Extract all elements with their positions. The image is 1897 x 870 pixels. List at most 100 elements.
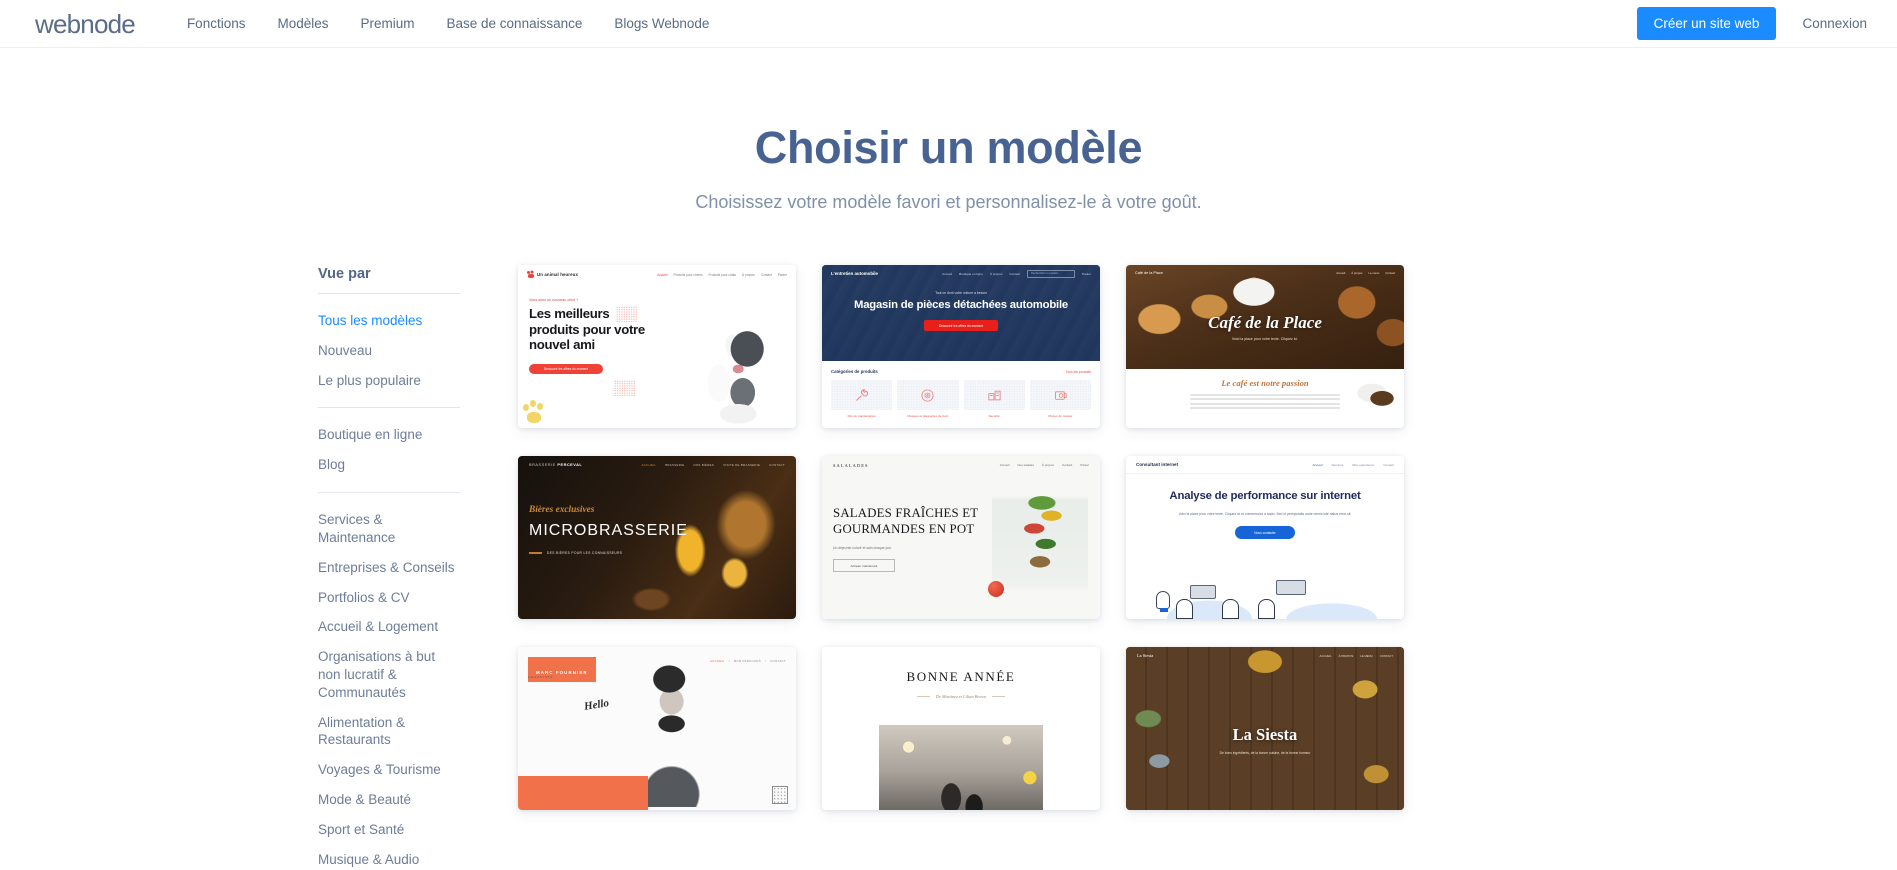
template-preview: BONNE ANNÉE De Martinez et Lilian Brown bbox=[822, 647, 1100, 810]
site-header: webnode Fonctions Modèles Premium Base d… bbox=[0, 0, 1897, 48]
sidebar-item-tous-les-modeles[interactable]: Tous les modèles bbox=[318, 306, 460, 336]
template-card-salalades[interactable]: SALALADES Accueil Nos salades À propos C… bbox=[822, 456, 1100, 619]
preview-cta: Découvrir les offres du moment bbox=[529, 363, 603, 374]
preview-logo-text: L'entretien automobile bbox=[831, 271, 878, 276]
paw-print-icon bbox=[522, 400, 548, 424]
preview-headline: Analyse de performance sur internet bbox=[1169, 490, 1361, 502]
preview-logo-text: Café de la Place bbox=[1135, 271, 1163, 275]
nav-item-base-de-connaissance[interactable]: Base de connaissance bbox=[447, 16, 583, 31]
preview-tagline: DES BIÈRES POUR LES CONNAISSEURS bbox=[529, 551, 796, 555]
nav-item-premium[interactable]: Premium bbox=[361, 16, 415, 31]
preview-navbar: L'entretien automobile Accueil Boutique … bbox=[822, 265, 1100, 282]
sidebar-item-musique-audio[interactable]: Musique & Audio bbox=[318, 845, 460, 870]
color-band bbox=[518, 776, 648, 810]
sidebar-item-nouveau[interactable]: Nouveau bbox=[318, 336, 460, 366]
sidebar-item-portfolios-cv[interactable]: Portfolios & CV bbox=[318, 583, 460, 613]
preview-headline: BONNE ANNÉE bbox=[906, 669, 1016, 684]
brake-disc-icon bbox=[921, 388, 934, 402]
preview-hero: SALADES FRAÎCHES ET GOURMANDES EN POT Un… bbox=[822, 474, 982, 573]
preview-logo-text: SALALADES bbox=[833, 462, 869, 468]
sidebar-item-boutique-en-ligne[interactable]: Boutique en ligne bbox=[318, 420, 460, 450]
nav-item-blogs-webnode[interactable]: Blogs Webnode bbox=[614, 16, 709, 31]
preview-subtext: De bons ingrédients, de la bonne cuisine… bbox=[1219, 751, 1311, 755]
tomato-photo bbox=[988, 581, 1004, 597]
preview-navbar: BRASSERIE PERCEVAL ACCUEIL BRASSERIE NOS… bbox=[518, 456, 796, 473]
person-avatar bbox=[1176, 599, 1193, 619]
sidebar-group-categories: Services & Maintenance Entreprises & Con… bbox=[318, 505, 460, 870]
sidebar-item-alimentation-restaurants[interactable]: Alimentation & Restaurants bbox=[318, 708, 460, 756]
preview-kicker: Tout ce dont votre voiture a besoin bbox=[935, 291, 987, 295]
template-preview: Un animal heureux Accueil Produits pour … bbox=[518, 265, 796, 428]
coffee-beans-photo bbox=[1356, 381, 1398, 411]
header-actions: Créer un site web Connexion bbox=[1636, 7, 1867, 40]
sidebar-title: Vue par bbox=[318, 266, 371, 282]
preview-hero: Bières exclusives MICROBRASSERIE DES BIÈ… bbox=[518, 473, 796, 555]
preview-nav: Accueil Boutique en ligne À propos Conta… bbox=[942, 269, 1091, 278]
template-preview: Consultant internet Accueil Services Mon… bbox=[1126, 456, 1404, 619]
page-title: Choisir un modèle bbox=[754, 122, 1143, 173]
template-card-un-animal-heureux[interactable]: Un animal heureux Accueil Produits pour … bbox=[518, 265, 796, 428]
speech-bubble-icon bbox=[1190, 585, 1216, 599]
template-card-brasserie-perceval[interactable]: BRASSERIE PERCEVAL ACCUEIL BRASSERIE NOS… bbox=[518, 456, 796, 619]
sidebar-item-le-plus-populaire[interactable]: Le plus populaire bbox=[318, 366, 460, 396]
sidebar-item-sport-et-sante[interactable]: Sport et Santé bbox=[318, 815, 460, 845]
lightbulb-icon bbox=[1156, 591, 1170, 612]
preview-headline: La Siesta bbox=[1232, 725, 1298, 744]
nav-item-modeles[interactable]: Modèles bbox=[277, 16, 328, 31]
preview-role: GRAPHISTE bbox=[528, 675, 554, 679]
category-item: Sécurité bbox=[963, 380, 1025, 418]
template-preview: BRASSERIE PERCEVAL ACCUEIL BRASSERIE NOS… bbox=[518, 456, 796, 619]
category-item: Disques et plaquettes de frein bbox=[897, 380, 959, 418]
webnode-logo[interactable]: webnode bbox=[35, 11, 136, 37]
sidebar-divider-2 bbox=[318, 407, 460, 409]
category-item: Pièces du moteur bbox=[1029, 380, 1091, 418]
sidebar-item-blog[interactable]: Blog bbox=[318, 450, 460, 480]
template-card-bonne-annee[interactable]: BONNE ANNÉE De Martinez et Lilian Brown bbox=[822, 647, 1100, 810]
preview-hero: Vous avez un nouveau chiot ? Les meilleu… bbox=[518, 284, 796, 428]
sidebar-item-voyages-tourisme[interactable]: Voyages & Tourisme bbox=[318, 755, 460, 785]
preview-nav: ACCUEIL À PROPOS LE MENU CONTACT bbox=[1319, 653, 1394, 658]
sidebar-group-types: Boutique en ligne Blog bbox=[318, 420, 460, 480]
template-card-cafe-de-la-place[interactable]: Café de la Place Accueil À propos Le men… bbox=[1126, 265, 1404, 428]
sidebar-group-views: Tous les modèles Nouveau Le plus populai… bbox=[318, 306, 460, 395]
login-link[interactable]: Connexion bbox=[1802, 16, 1867, 31]
template-grid-wrapper: Un animal heureux Accueil Produits pour … bbox=[460, 265, 1897, 870]
nav-item-fonctions[interactable]: Fonctions bbox=[187, 16, 246, 31]
preview-hero: Café de la Place Accueil À propos Le men… bbox=[1126, 265, 1404, 369]
sidebar-item-accueil-logement[interactable]: Accueil & Logement bbox=[318, 612, 460, 642]
engine-part-icon bbox=[1054, 390, 1067, 400]
sidebar-divider-3 bbox=[318, 492, 460, 494]
preview-logo-text: La Siesta bbox=[1137, 653, 1154, 658]
template-preview: MARC FOURNIER GRAPHISTE ACCUEIL / MON PA… bbox=[518, 647, 796, 810]
sidebar-item-organisations-but-non-lucratif[interactable]: Organisations à but non lucratif & Commu… bbox=[318, 642, 460, 707]
preview-kicker: Bières exclusives bbox=[529, 505, 595, 515]
filter-sidebar: Vue par Tous les modèles Nouveau Le plus… bbox=[318, 265, 460, 870]
create-website-button[interactable]: Créer un site web bbox=[1636, 7, 1777, 40]
preview-subtext: Voici la place pour votre texte. Cliquez… bbox=[1178, 511, 1352, 516]
sidebar-item-entreprises-conseils[interactable]: Entreprises & Conseils bbox=[318, 553, 460, 583]
sidebar-item-services-maintenance[interactable]: Services & Maintenance bbox=[318, 505, 460, 553]
template-preview: SALALADES Accueil Nos salades À propos C… bbox=[822, 456, 1100, 619]
preview-logo-text: Un animal heureux bbox=[537, 272, 578, 277]
sidebar-divider-1 bbox=[318, 293, 460, 294]
preview-cta: Nous contacter bbox=[1235, 526, 1295, 540]
content-area: Vue par Tous les modèles Nouveau Le plus… bbox=[0, 265, 1897, 870]
preview-byline: De Martinez et Lilian Brown bbox=[916, 694, 1006, 699]
preview-cta: Acheter maintenant bbox=[833, 559, 895, 573]
template-card-consultant-internet[interactable]: Consultant internet Accueil Services Mon… bbox=[1126, 456, 1404, 619]
preview-subtext: Voici la place pour votre texte. Cliquez… bbox=[1231, 337, 1299, 341]
template-card-entretien-automobile[interactable]: L'entretien automobile Accueil Boutique … bbox=[822, 265, 1100, 428]
dot-pattern-icon bbox=[616, 306, 638, 322]
dot-pattern-icon bbox=[614, 380, 636, 396]
template-card-marc-fournier[interactable]: MARC FOURNIER GRAPHISTE ACCUEIL / MON PA… bbox=[518, 647, 796, 810]
template-preview: La Siesta ACCUEIL À PROPOS LE MENU CONTA… bbox=[1126, 647, 1404, 810]
page-subtitle: Choisissez votre modèle favori et person… bbox=[695, 192, 1202, 212]
template-card-la-siesta[interactable]: La Siesta ACCUEIL À PROPOS LE MENU CONTA… bbox=[1126, 647, 1404, 810]
preview-search-box: Rechercher un produit... bbox=[1027, 269, 1076, 278]
preview-hero: L'entretien automobile Accueil Boutique … bbox=[822, 265, 1100, 361]
paw-icon bbox=[527, 271, 534, 278]
person-avatar bbox=[1258, 599, 1275, 619]
preview-headline: SALADES FRAÎCHES ET GOURMANDES EN POT bbox=[833, 506, 979, 536]
sidebar-item-mode-beaute[interactable]: Mode & Beauté bbox=[318, 785, 460, 815]
salad-jar-photo bbox=[992, 485, 1088, 613]
